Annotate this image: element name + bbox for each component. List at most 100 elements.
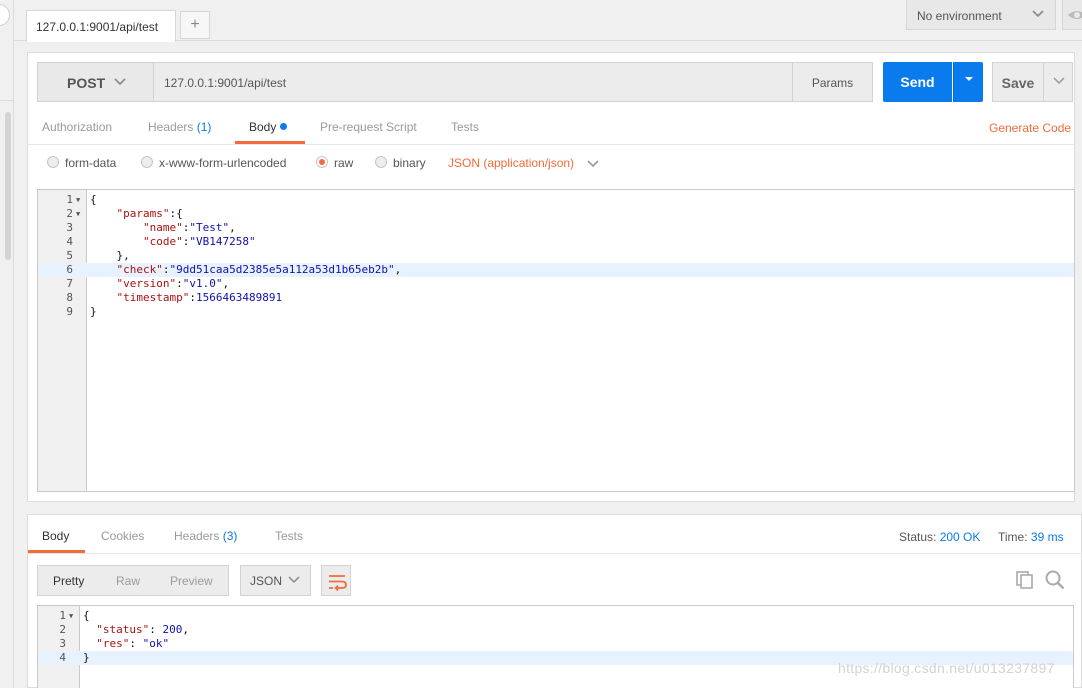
radio-circle — [141, 156, 153, 168]
line-number: 1 — [59, 609, 66, 622]
line-number: 4 — [59, 651, 66, 664]
headers-count: (3) — [222, 529, 238, 543]
url-input[interactable]: 127.0.0.1:9001/api/test — [153, 62, 793, 102]
line-number: 3 — [59, 637, 66, 650]
time-value: 39 ms — [1030, 530, 1064, 544]
code-text: "timestamp":1566463489891 — [90, 291, 283, 305]
code-token: "check" — [116, 263, 163, 276]
code-token: , — [394, 263, 402, 276]
modified-dot-icon — [280, 123, 288, 130]
code-line: 2 "status": 200, — [38, 623, 1073, 637]
radio-label: raw — [334, 156, 354, 170]
code-token: "status" — [96, 623, 150, 636]
radio-circle — [375, 156, 387, 168]
code-token: 200 — [162, 623, 183, 636]
save-button[interactable]: Save — [992, 62, 1044, 102]
tab-response-body[interactable]: Body — [28, 521, 85, 553]
method-label: POST — [67, 75, 106, 91]
sidebar-scrollbar[interactable] — [5, 112, 11, 260]
code-token: "timestamp" — [116, 291, 190, 304]
divider — [0, 100, 14, 101]
view-preview-button[interactable]: Preview — [170, 574, 213, 588]
send-button[interactable]: Send — [883, 62, 952, 102]
radio-binary[interactable]: binary — [375, 155, 426, 175]
wrap-lines-button[interactable] — [321, 565, 351, 596]
left-strip — [0, 0, 14, 688]
generate-code-link[interactable]: Generate Code — [989, 121, 1071, 135]
view-pretty-button[interactable]: Pretty — [53, 574, 84, 588]
code-text: "res": "ok" — [83, 637, 169, 651]
time-label: Time: — [998, 530, 1028, 544]
tab-authorization[interactable]: Authorization — [42, 112, 112, 144]
search-icon[interactable] — [1044, 569, 1066, 591]
code-text: "version":"v1.0", — [90, 277, 230, 291]
code-line: 7 "version":"v1.0", — [38, 277, 1074, 291]
fold-toggle-icon[interactable]: ▼ — [76, 193, 80, 207]
fold-toggle-icon[interactable]: ▼ — [76, 207, 80, 221]
code-line: 9} — [38, 305, 1074, 319]
send-options-button[interactable] — [953, 62, 983, 102]
code-line: 2 ▼ "params":{ — [38, 207, 1074, 221]
new-tab-button[interactable]: + — [180, 11, 210, 39]
radio-urlencoded[interactable]: x-www-form-urlencoded — [141, 155, 286, 175]
code-text: "params":{ — [90, 207, 183, 221]
tab-response-headers[interactable]: Headers (3) — [174, 521, 237, 553]
radio-raw[interactable]: raw — [316, 155, 353, 175]
divider — [28, 553, 1082, 554]
code-token: , — [222, 277, 230, 290]
environment-quick-look-button[interactable] — [1062, 0, 1082, 30]
fold-toggle-icon[interactable]: ▼ — [69, 609, 73, 623]
save-options-button[interactable] — [1043, 62, 1073, 102]
environment-select[interactable]: No environment — [906, 0, 1056, 30]
code-token: "params" — [116, 207, 170, 220]
line-number: 8 — [66, 291, 73, 304]
tab-test-results[interactable]: Tests — [275, 521, 303, 553]
view-raw-button[interactable]: Raw — [116, 574, 140, 588]
code-token: } — [90, 305, 97, 318]
code-line: 1 ▼ { — [38, 193, 1074, 207]
code-token: , — [182, 623, 189, 636]
line-number: 7 — [66, 277, 73, 290]
request-body-editor[interactable]: 1 ▼{2 ▼ "params":{3 "name":"Test", 4 "code"… — [37, 189, 1075, 492]
params-button[interactable]: Params — [792, 62, 873, 102]
code-text: { — [83, 609, 90, 623]
code-line: 6 "check":"9dd51caa5d2385e5a112a53d1b65e… — [38, 263, 1074, 277]
line-number: 9 — [66, 305, 73, 318]
code-text: "name":"Test", — [90, 221, 236, 235]
tab-pre-request-script[interactable]: Pre-request Script — [320, 112, 417, 144]
radio-label: binary — [393, 156, 426, 170]
code-token: }, — [90, 249, 130, 262]
code-token: 1566463489891 — [195, 291, 283, 304]
sidebar-toggle-icon[interactable] — [0, 4, 10, 26]
line-number: 5 — [66, 249, 73, 262]
radio-form-data[interactable]: form-data — [47, 155, 116, 175]
tab-headers[interactable]: Headers (1) — [148, 112, 211, 144]
code-line: 3 "name":"Test", — [38, 221, 1074, 235]
code-text: { — [90, 193, 97, 207]
code-token: : — [176, 277, 183, 290]
radio-label: form-data — [65, 156, 117, 170]
environment-label: No environment — [917, 9, 1002, 23]
code-token: "ok" — [142, 637, 170, 650]
tab-cookies[interactable]: Cookies — [101, 521, 144, 553]
tab-tests[interactable]: Tests — [451, 112, 479, 144]
chevron-down-icon[interactable] — [585, 155, 601, 171]
request-tab[interactable]: 127.0.0.1:9001/api/test — [26, 10, 176, 42]
code-text: }, — [90, 249, 130, 263]
content-type-select[interactable]: JSON (application/json) — [448, 156, 574, 170]
line-number: 2 — [59, 623, 66, 636]
response-format-select[interactable]: JSON — [240, 565, 311, 596]
code-token: "res" — [96, 637, 130, 650]
code-line: 1 ▼ { — [38, 609, 1073, 623]
copy-icon[interactable] — [1015, 570, 1035, 590]
chevron-down-icon — [288, 576, 300, 584]
line-number: 1 — [66, 193, 73, 206]
tab-body[interactable]: Body — [235, 112, 305, 144]
method-select[interactable]: POST — [37, 62, 154, 102]
response-time: Time: 39 ms — [998, 530, 1064, 544]
eye-icon — [1068, 11, 1082, 19]
